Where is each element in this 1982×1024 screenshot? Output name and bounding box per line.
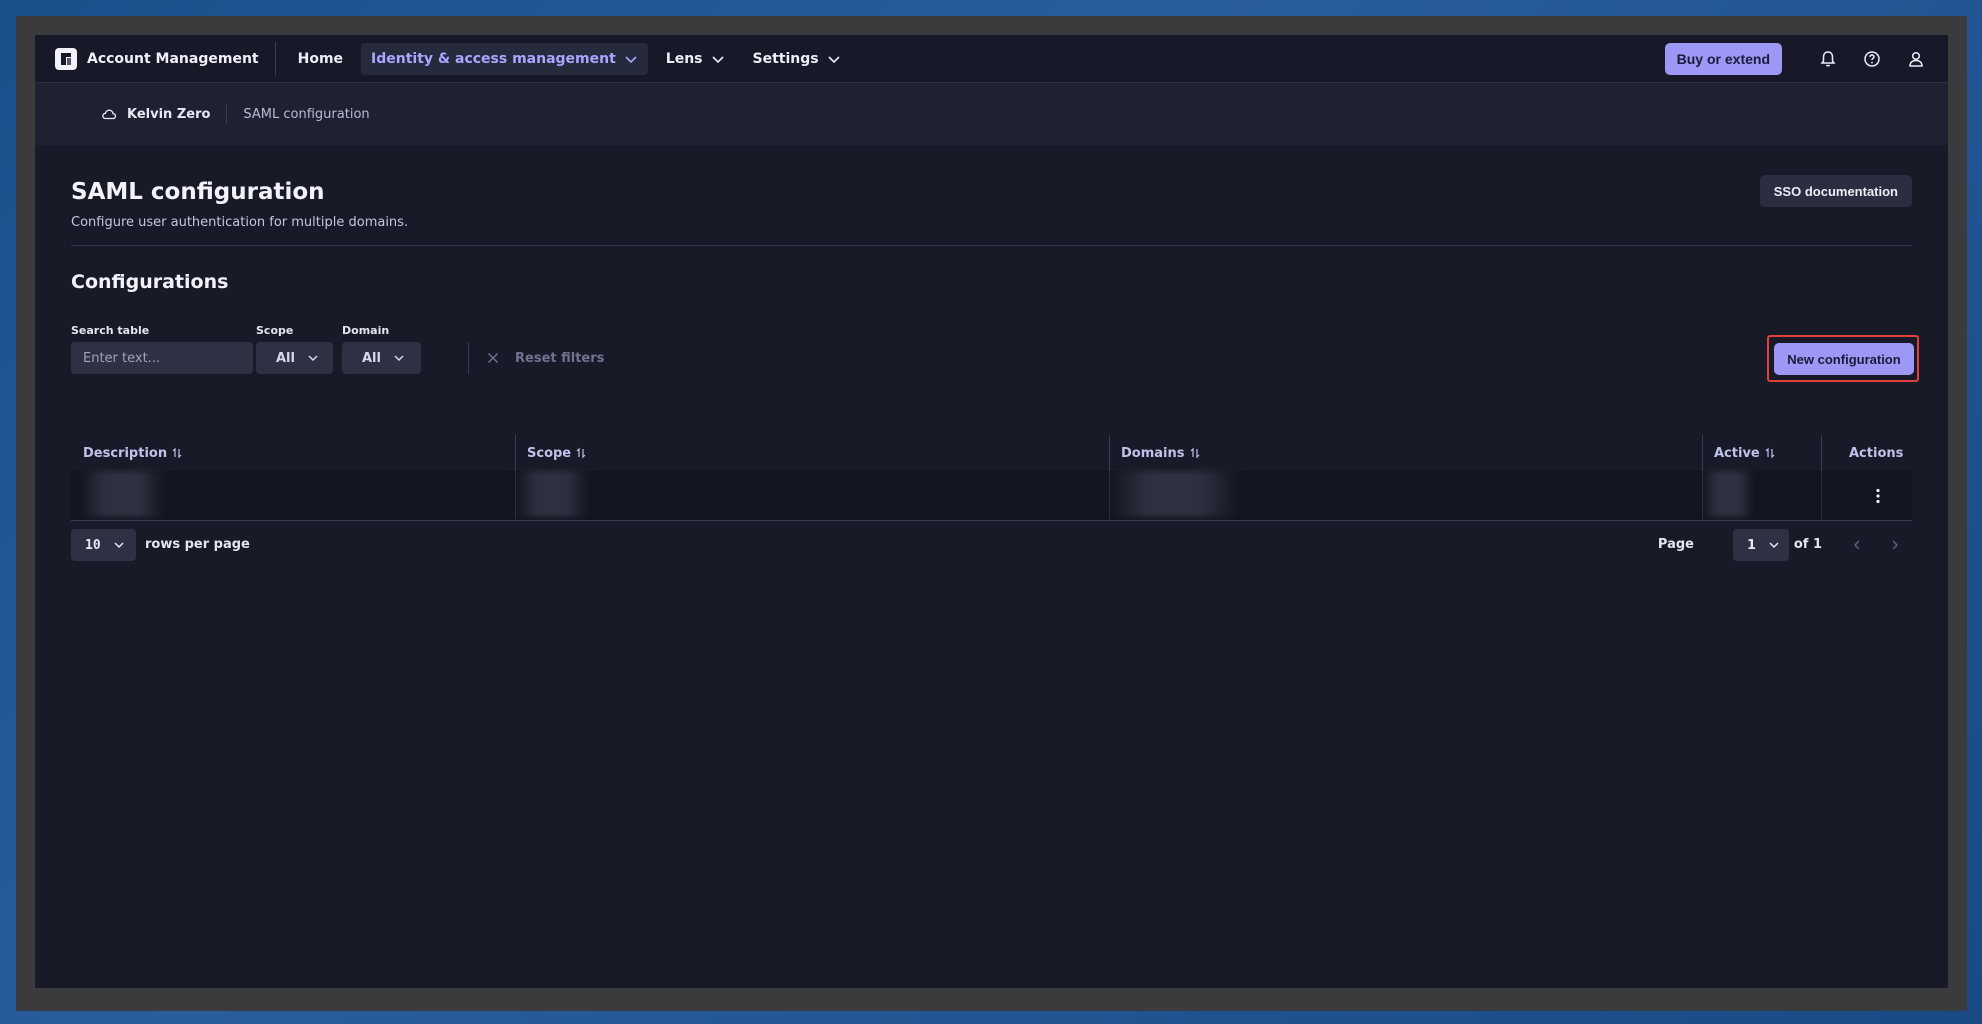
scope-filter-label: Scope [256, 324, 294, 337]
domain-filter-value: All [362, 350, 381, 366]
domain-filter-label: Domain [342, 324, 390, 337]
rows-per-page-value: 10 [85, 537, 101, 553]
table-header: Description Scope Domains Active Actions [71, 435, 1912, 471]
previous-page-button[interactable] [1843, 531, 1871, 559]
column-header-active[interactable]: Active [1702, 435, 1776, 471]
search-label: Search table [71, 324, 150, 337]
app-logo-icon [55, 47, 77, 70]
nav-right-group: Buy or extend [1664, 42, 1948, 75]
page-label: Page [1657, 537, 1694, 552]
breadcrumb: Kelvin Zero SAML configuration [35, 83, 1948, 145]
cell-divider [1821, 471, 1822, 521]
more-actions-icon[interactable] [1868, 486, 1888, 506]
domain-filter-select[interactable]: All [342, 342, 421, 374]
scope-filter-select[interactable]: All [256, 342, 333, 374]
page-select[interactable]: 1 [1733, 529, 1789, 561]
nav-item-home[interactable]: Home [288, 43, 353, 75]
breadcrumb-environment[interactable]: Kelvin Zero [101, 106, 210, 122]
breadcrumb-divider [226, 104, 228, 124]
nav-divider [274, 41, 276, 76]
section-title: Configurations [71, 271, 229, 293]
sort-icon [172, 447, 182, 459]
app-window: Account Management Home Identity & acces… [35, 35, 1948, 988]
sort-icon [1190, 447, 1199, 459]
reset-filters-label: Reset filters [515, 350, 605, 366]
scope-filter-value: All [276, 350, 295, 366]
redacted-description-cell [79, 471, 165, 517]
nav-item-label: Identity & access management [371, 50, 616, 67]
chevron-down-icon [625, 55, 637, 63]
redacted-scope-cell [515, 471, 589, 517]
app-title: Account Management [87, 50, 259, 67]
top-nav: Account Management Home Identity & acces… [35, 35, 1948, 83]
page-count-label: of 1 [1793, 537, 1822, 552]
nav-item-label: Home [297, 50, 344, 67]
column-header-scope[interactable]: Scope [515, 435, 587, 471]
sort-icon [576, 447, 586, 459]
bell-icon[interactable] [1814, 45, 1842, 73]
column-header-description[interactable]: Description [71, 435, 183, 471]
chevron-down-icon [308, 355, 318, 362]
page-subtitle: Configure user authentication for multip… [71, 215, 409, 230]
column-label: Domains [1121, 445, 1185, 461]
environment-name: Kelvin Zero [127, 106, 211, 122]
close-icon [488, 353, 498, 363]
highlight-box: New configuration [1767, 335, 1919, 382]
column-label: Actions [1849, 445, 1904, 461]
user-icon[interactable] [1902, 45, 1930, 73]
filter-divider [468, 342, 469, 374]
column-divider [1821, 435, 1822, 471]
breadcrumb-current: SAML configuration [243, 106, 370, 122]
next-page-button[interactable] [1881, 531, 1909, 559]
column-label: Description [83, 445, 168, 461]
nav-item-lens[interactable]: Lens [656, 43, 735, 75]
chevron-down-icon [1769, 542, 1779, 549]
nav-item-label: Settings [752, 50, 819, 67]
app-logo-link[interactable]: Account Management [35, 35, 259, 82]
configurations-table: Description Scope Domains Active Actions [71, 435, 1912, 521]
chevron-left-icon [1853, 540, 1860, 550]
chevron-down-icon [114, 542, 124, 549]
column-header-actions: Actions [1837, 435, 1903, 471]
rows-per-page-label: rows per page [145, 537, 250, 552]
redacted-domains-cell [1109, 471, 1239, 517]
search-input[interactable] [71, 342, 253, 374]
help-icon[interactable] [1858, 45, 1886, 73]
cloud-icon [102, 109, 117, 120]
section-divider [71, 245, 1912, 246]
reset-filters-button[interactable]: Reset filters [487, 342, 604, 374]
nav-item-settings[interactable]: Settings [743, 43, 851, 75]
new-configuration-button[interactable]: New configuration [1774, 343, 1914, 375]
buy-or-extend-button[interactable]: Buy or extend [1664, 42, 1782, 75]
page-title: SAML configuration [71, 179, 325, 205]
column-label: Scope [527, 445, 572, 461]
redacted-active-cell [1702, 471, 1754, 517]
sort-icon [1765, 447, 1775, 459]
chevron-right-icon [1892, 540, 1899, 550]
rows-per-page-select[interactable]: 10 [71, 529, 136, 561]
table-row[interactable] [71, 471, 1912, 521]
column-header-domains[interactable]: Domains [1109, 435, 1201, 471]
page-value: 1 [1747, 537, 1757, 553]
chevron-down-icon [711, 55, 724, 63]
chevron-down-icon [828, 55, 840, 63]
nav-item-identity-access[interactable]: Identity & access management [361, 42, 648, 75]
column-label: Active [1714, 445, 1760, 461]
chevron-down-icon [394, 355, 404, 362]
nav-item-label: Lens [665, 50, 703, 67]
sso-documentation-button[interactable]: SSO documentation [1759, 175, 1912, 207]
